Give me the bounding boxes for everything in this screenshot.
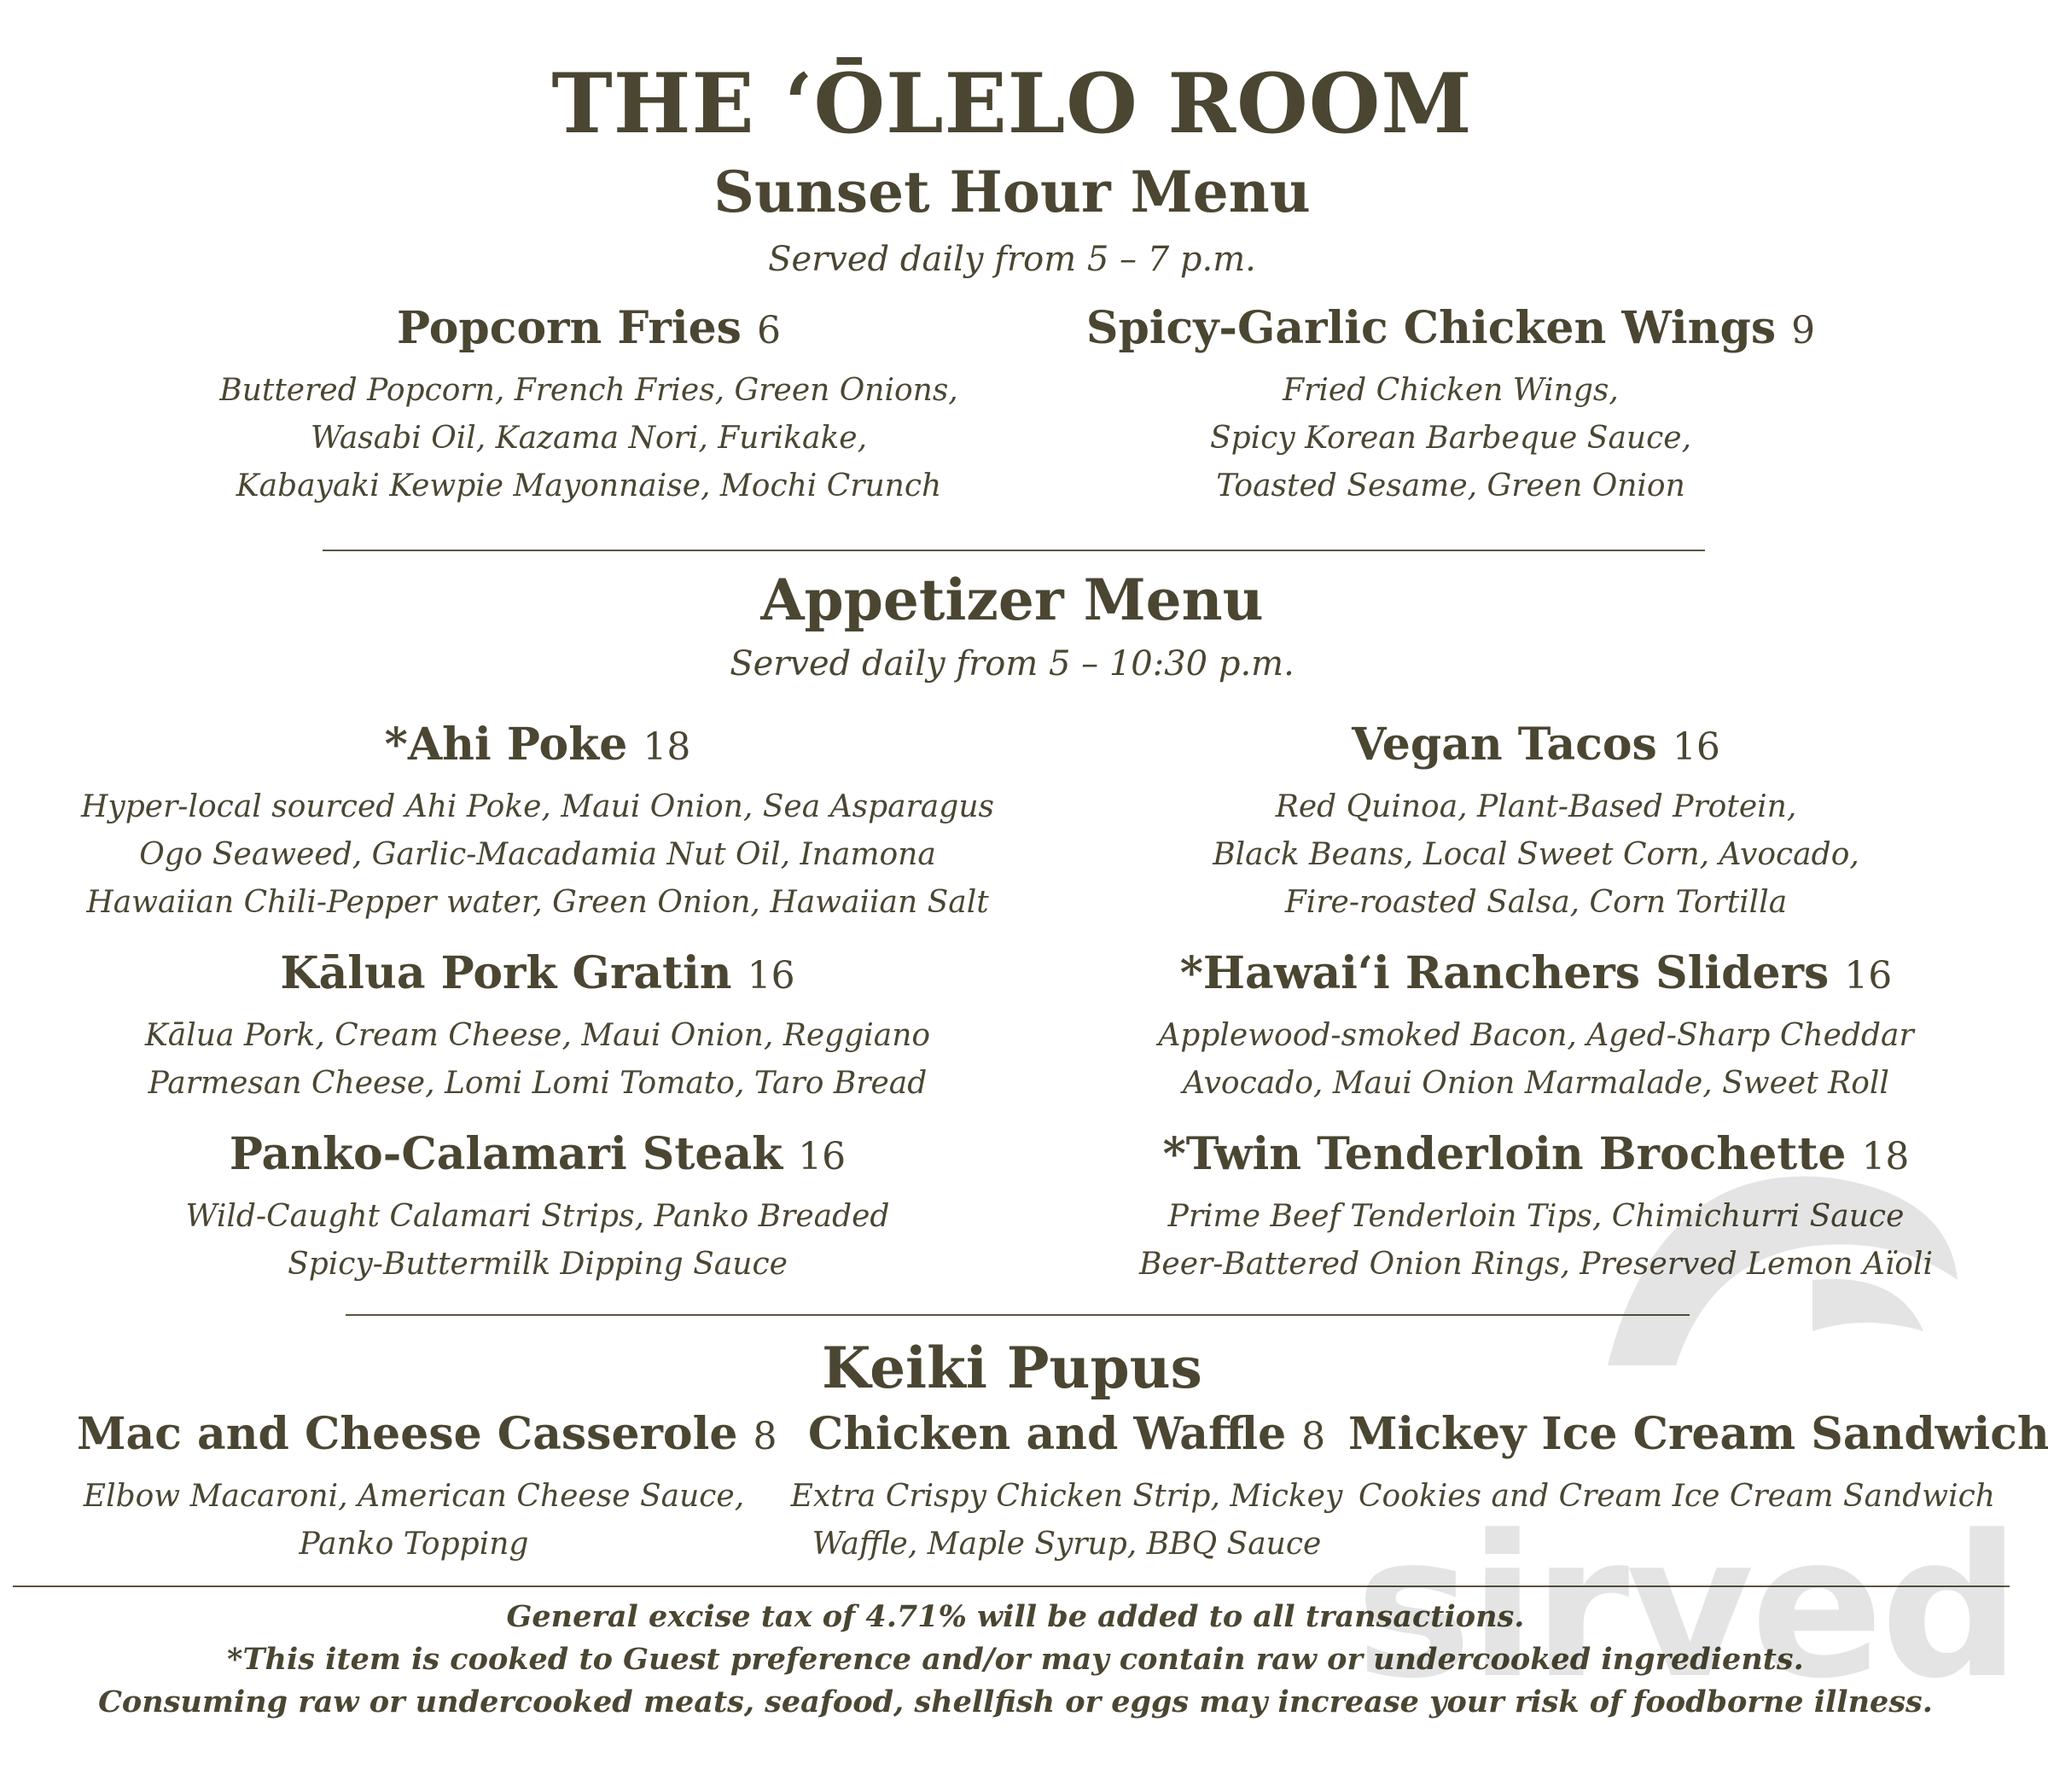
item-price: 18: [643, 725, 691, 769]
menu-item-panko-calamari: Panko-Calamari Steak 16 Wild-Caught Calam…: [111, 1126, 964, 1289]
tax-notice: General excise tax of 4.71% will be adde…: [506, 1599, 1525, 1634]
sunset-menu-title: Sunset Hour Menu: [713, 159, 1311, 225]
item-name: Kālua Pork Gratin: [280, 947, 732, 999]
item-price: 8: [1301, 1415, 1326, 1458]
menu-item-ranchers-sliders: *Hawaiʻi Ranchers Sliders 16 Applewood-sm…: [1109, 945, 1963, 1108]
item-name: Spicy-Garlic Chicken Wings: [1085, 302, 1777, 354]
cooked-to-preference-notice: *This item is cooked to Guest preference…: [227, 1642, 1804, 1677]
menu-item-popcorn-fries: Popcorn Fries 6 Buttered Popcorn, French …: [205, 300, 973, 510]
item-name: Mickey Ice Cream Sandwich: [1348, 1408, 2048, 1460]
restaurant-name: THE ʻŌLELO ROOM: [551, 55, 1473, 152]
footer-divider: [13, 1585, 2010, 1587]
menu-item-chicken-and-waffle: Chicken and Waffle 8 Extra Crispy Chicken…: [768, 1406, 1365, 1568]
appetizer-served-hours: Served daily from 5 – 10:30 p.m.: [730, 644, 1295, 684]
item-description: Elbow Macaroni, American Cheese Sauce, P…: [83, 1479, 745, 1562]
item-price: 16: [1672, 725, 1720, 769]
menu-item-mac-and-cheese: Mac and Cheese Casserole 8 Elbow Macaroni…: [77, 1406, 777, 1568]
item-description: Buttered Popcorn, French Fries, Green On…: [219, 373, 958, 503]
menu-item-kalua-pork-gratin: Kālua Pork Gratin 16 Kālua Pork, Cream Ch…: [111, 945, 964, 1108]
item-price: 16: [798, 1135, 847, 1178]
item-description: Wild-Caught Calamari Strips, Panko Bread…: [185, 1199, 890, 1282]
menu-item-ahi-poke: *Ahi Poke 18 Hyper-local sourced Ahi Poke…: [68, 717, 1007, 927]
item-name: Chicken and Waffle: [807, 1408, 1287, 1460]
item-price: 16: [747, 954, 795, 998]
item-description: Applewood-smoked Bacon, Aged-Sharp Chedd…: [1158, 1018, 1914, 1101]
item-price: 6: [756, 309, 781, 352]
keiki-menu-title: Keiki Pupus: [822, 1335, 1202, 1401]
item-name: *Hawaiʻi Ranchers Sliders: [1179, 947, 1830, 999]
menu-item-vegan-tacos: Vegan Tacos 16 Red Quinoa, Plant-Based Pr…: [1109, 717, 1963, 927]
item-name: Popcorn Fries: [397, 302, 742, 354]
item-description: Prime Beef Tenderloin Tips, Chimichurri …: [1138, 1199, 1934, 1282]
item-name: Vegan Tacos: [1352, 719, 1657, 771]
item-description: Hyper-local sourced Ahi Poke, Maui Onion…: [81, 789, 994, 920]
item-name: *Ahi Poke: [384, 719, 628, 771]
item-price: 9: [1791, 309, 1816, 352]
menu-item-ice-cream-sandwich: Mickey Ice Cream Sandwich6 Cookies and C…: [1348, 1406, 2048, 1521]
item-description: Kālua Pork, Cream Cheese, Maui Onion, Re…: [144, 1018, 931, 1101]
disclaimer-block: General excise tax of 4.71% will be adde…: [0, 1596, 2031, 1724]
section-divider: [323, 550, 1705, 551]
sunset-served-hours: Served daily from 5 – 7 p.m.: [768, 240, 1256, 279]
menu-item-tenderloin-brochette: *Twin Tenderloin Brochette 18 Prime Beef …: [1109, 1126, 1963, 1289]
item-price: 18: [1861, 1135, 1910, 1178]
section-divider: [346, 1314, 1690, 1316]
item-description: Red Quinoa, Plant-Based Protein, Black B…: [1213, 789, 1859, 920]
item-name: *Twin Tenderloin Brochette: [1162, 1128, 1847, 1180]
appetizer-menu-title: Appetizer Menu: [760, 567, 1264, 633]
item-name: Mac and Cheese Casserole: [77, 1408, 738, 1460]
item-description: Fried Chicken Wings, Spicy Korean Barbeq…: [1209, 373, 1692, 503]
item-price: 16: [1844, 954, 1893, 998]
foodborne-illness-warning: Consuming raw or undercooked meats, seaf…: [98, 1684, 1933, 1719]
item-description: Extra Crispy Chicken Strip, Mickey Waffl…: [790, 1479, 1343, 1562]
item-description: Cookies and Cream Ice Cream Sandwich: [1359, 1479, 1995, 1514]
menu-item-chicken-wings: Spicy-Garlic Chicken Wings 9 Fried Chicke…: [1067, 300, 1835, 510]
item-name: Panko-Calamari Steak: [229, 1128, 783, 1180]
